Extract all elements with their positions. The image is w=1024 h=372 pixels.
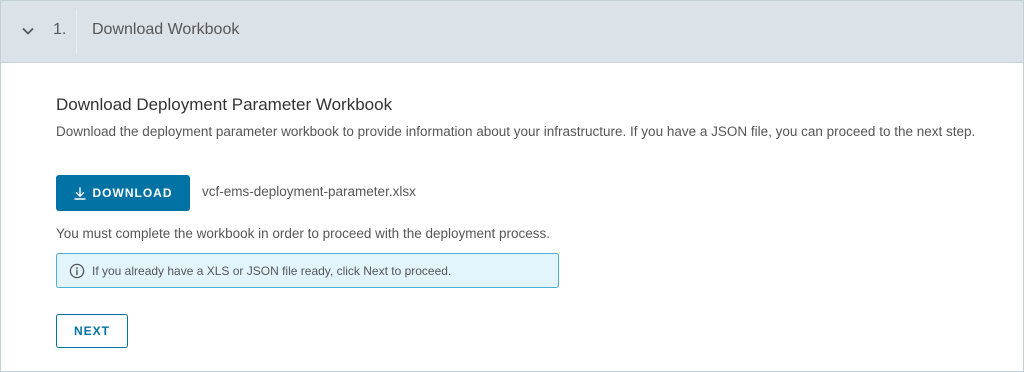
workbook-file-name: vcf-ems-deployment-parameter.xlsx xyxy=(202,184,416,199)
info-icon xyxy=(69,263,85,279)
wizard-step-panel: 1. Download Workbook Download Deployment… xyxy=(0,0,1024,372)
info-alert-text: If you already have a XLS or JSON file r… xyxy=(92,264,452,278)
section-title: Download Deployment Parameter Workbook xyxy=(56,95,393,114)
step-divider xyxy=(76,9,77,53)
info-alert: If you already have a XLS or JSON file r… xyxy=(56,253,559,288)
step-title: Download Workbook xyxy=(92,21,240,38)
next-button[interactable]: NEXT xyxy=(56,314,128,348)
download-button-label: DOWNLOAD xyxy=(92,186,173,200)
download-button[interactable]: DOWNLOAD xyxy=(56,175,190,211)
step-header[interactable]: 1. Download Workbook xyxy=(1,1,1023,63)
download-icon xyxy=(73,186,86,200)
step-number: 1. xyxy=(53,21,67,38)
completion-notice: You must complete the workbook in order … xyxy=(56,226,551,241)
section-description: Download the deployment parameter workbo… xyxy=(56,124,976,139)
chevron-down-icon[interactable] xyxy=(20,23,36,39)
